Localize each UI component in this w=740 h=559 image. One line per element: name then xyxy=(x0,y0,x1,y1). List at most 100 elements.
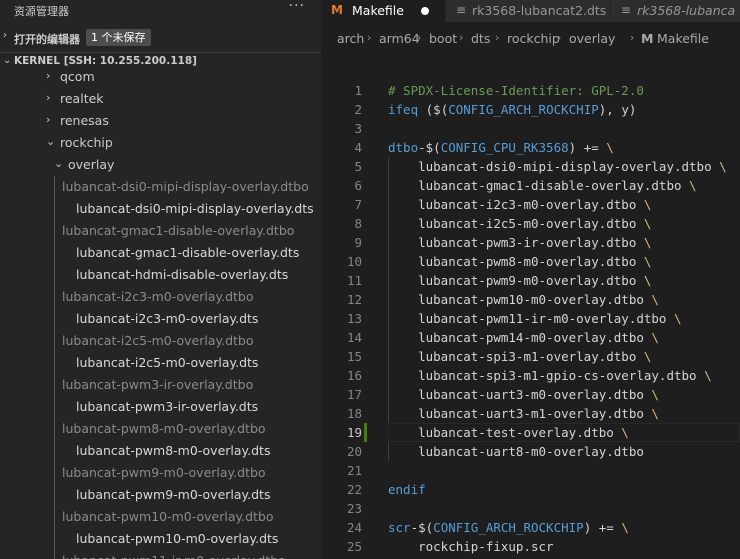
code-text[interactable]: lubancat-pwm10-m0-overlay.dtbo \ xyxy=(388,292,659,307)
line-number: 15 xyxy=(346,349,362,364)
code-text[interactable]: lubancat-uart8-m0-overlay.dtbo xyxy=(388,444,644,459)
tree-file[interactable]: lubancat-pwm9-m0-overlay.dtbo xyxy=(0,462,321,484)
breadcrumb-item[interactable]: rockchip xyxy=(507,31,560,46)
breadcrumb-item[interactable]: boot xyxy=(429,31,457,46)
tree-file[interactable]: lubancat-pwm9-m0-overlay.dts xyxy=(0,484,321,506)
line-number: 8 xyxy=(354,216,362,231)
code-text[interactable]: lubancat-dsi0-mipi-display-overlay.dtbo … xyxy=(388,159,727,174)
code-text[interactable]: lubancat-pwm11-ir-m0-overlay.dtbo \ xyxy=(388,311,681,326)
tab-rk3568-lubancat2[interactable]: ≡ rk3568-lubancat2.dts xyxy=(446,0,611,22)
tree-file[interactable]: lubancat-gmac1-disable-overlay.dtbo xyxy=(0,220,321,242)
code-text[interactable]: lubancat-gmac1-disable-overlay.dtbo \ xyxy=(388,178,696,193)
tree-file[interactable]: lubancat-dsi0-mipi-display-overlay.dts xyxy=(0,198,321,220)
tab-rk3568-lubancat[interactable]: ≡ rk3568-lubanca xyxy=(611,0,740,22)
tree-file[interactable]: lubancat-i2c5-m0-overlay.dtbo xyxy=(0,330,321,352)
unsaved-dot-icon[interactable] xyxy=(421,7,429,15)
code-text[interactable]: lubancat-test-overlay.dtbo \ xyxy=(388,425,629,440)
tree-item-label: qcom xyxy=(60,69,95,84)
line-number: 3 xyxy=(354,121,362,136)
tree-file[interactable]: lubancat-pwm3-ir-overlay.dtbo xyxy=(0,374,321,396)
code-line: 21 xyxy=(321,461,740,480)
code-line: 25 rockchip-fixup.scr xyxy=(321,537,740,556)
code-text[interactable]: lubancat-i2c3-m0-overlay.dtbo \ xyxy=(388,197,651,212)
tree-folder[interactable]: › realtek xyxy=(0,88,321,110)
chevron-down-icon: ⌄ xyxy=(46,135,56,148)
line-number: 21 xyxy=(346,463,362,478)
code-text[interactable]: lubancat-i2c5-m0-overlay.dtbo \ xyxy=(388,216,651,231)
line-number: 5 xyxy=(354,159,362,174)
breadcrumb-item[interactable]: dts xyxy=(471,31,490,46)
line-number: 14 xyxy=(346,330,362,345)
tree-file[interactable]: lubancat-dsi0-mipi-display-overlay.dtbo xyxy=(0,176,321,198)
code-line: 12 lubancat-pwm10-m0-overlay.dtbo \ xyxy=(321,290,740,309)
line-number: 9 xyxy=(354,235,362,250)
code-text[interactable]: scr-$(CONFIG_ARCH_ROCKCHIP) += \ xyxy=(388,520,629,535)
code-text[interactable]: lubancat-pwm3-ir-overlay.dtbo \ xyxy=(388,235,651,250)
tree-file[interactable]: lubancat-pwm10-m0-overlay.dtbo xyxy=(0,506,321,528)
code-text[interactable]: lubancat-uart3-m1-overlay.dtbo \ xyxy=(388,406,659,421)
more-actions-icon[interactable]: ··· xyxy=(289,0,305,14)
tree-file[interactable]: lubancat-hdmi-disable-overlay.dts xyxy=(0,264,321,286)
tree-item-label: lubancat-pwm10-m0-overlay.dts xyxy=(76,531,279,546)
chevron-down-icon: ⌄ xyxy=(54,157,64,170)
tree-item-label: lubancat-i2c3-m0-overlay.dtbo xyxy=(62,289,254,304)
tree-file[interactable]: lubancat-i2c5-m0-overlay.dts xyxy=(0,352,321,374)
breadcrumb-item[interactable]: Makefile xyxy=(657,31,709,46)
tree-file[interactable]: lubancat-pwm8-m0-overlay.dtbo xyxy=(0,418,321,440)
line-number: 12 xyxy=(346,292,362,307)
tab-makefile[interactable]: M Makefile xyxy=(321,0,446,22)
code-line: 11 lubancat-pwm9-m0-overlay.dtbo \ xyxy=(321,271,740,290)
tree-item-label: lubancat-pwm10-m0-overlay.dtbo xyxy=(62,509,274,524)
code-text[interactable]: lubancat-pwm8-m0-overlay.dtbo \ xyxy=(388,254,651,269)
tree-item-label: lubancat-pwm9-m0-overlay.dtbo xyxy=(62,465,266,480)
code-text[interactable]: lubancat-pwm9-m0-overlay.dtbo \ xyxy=(388,273,651,288)
tree-folder[interactable]: ⌄ rockchip xyxy=(0,132,321,154)
tree-file[interactable]: lubancat-gmac1-disable-overlay.dts xyxy=(0,242,321,264)
tree-file[interactable]: lubancat-pwm10-m0-overlay.dts xyxy=(0,528,321,550)
tree-item-label: lubancat-gmac1-disable-overlay.dts xyxy=(76,245,300,260)
tab-label: rk3568-lubanca xyxy=(637,3,736,18)
code-text[interactable]: # SPDX-License-Identifier: GPL-2.0 xyxy=(388,83,644,98)
tree-item-label: lubancat-i2c5-m0-overlay.dts xyxy=(76,355,259,370)
code-line: 20 lubancat-uart8-m0-overlay.dtbo xyxy=(321,442,740,461)
code-text[interactable]: rockchip-fixup.scr xyxy=(388,539,553,554)
tree-folder[interactable]: › qcom xyxy=(0,66,321,88)
tree-file[interactable]: lubancat-pwm3-ir-overlay.dts xyxy=(0,396,321,418)
code-line: 18 lubancat-uart3-m1-overlay.dtbo \ xyxy=(321,404,740,423)
code-line: 6 lubancat-gmac1-disable-overlay.dtbo \ xyxy=(321,176,740,195)
tree-file[interactable]: lubancat-pwm8-m0-overlay.dts xyxy=(0,440,321,462)
tree-item-label: lubancat-pwm3-ir-overlay.dts xyxy=(76,399,259,414)
tree-item-label: lubancat-dsi0-mipi-display-overlay.dts xyxy=(76,201,314,216)
breadcrumb-item[interactable]: arch xyxy=(337,31,364,46)
code-text[interactable]: endif xyxy=(388,482,426,497)
line-number: 1 xyxy=(354,83,362,98)
code-line: 24 scr-$(CONFIG_ARCH_ROCKCHIP) += \ xyxy=(321,518,740,537)
code-text[interactable]: lubancat-uart3-m0-overlay.dtbo \ xyxy=(388,387,659,402)
chevron-right-icon: › xyxy=(557,31,562,44)
code-text[interactable]: lubancat-spi3-m1-gpio-cs-overlay.dtbo \ xyxy=(388,368,712,383)
line-number: 17 xyxy=(346,387,362,402)
line-number: 4 xyxy=(354,140,362,155)
tree-file[interactable]: lubancat-i2c3-m0-overlay.dtbo xyxy=(0,286,321,308)
open-editors-label: 打开的编辑器 xyxy=(14,33,80,46)
tree-folder[interactable]: › renesas xyxy=(0,110,321,132)
line-number: 18 xyxy=(346,406,362,421)
code-text[interactable]: dtbo-$(CONFIG_CPU_RK3568) += \ xyxy=(388,140,614,155)
tree-file[interactable]: lubancat-i2c3-m0-overlay.dts xyxy=(0,308,321,330)
tree-item-label: lubancat-hdmi-disable-overlay.dts xyxy=(76,267,289,282)
open-editors-section[interactable]: › 打开的编辑器 1 个未保存 xyxy=(0,27,321,49)
breadcrumb-item[interactable]: overlay xyxy=(569,31,615,46)
code-text[interactable]: lubancat-spi3-m1-overlay.dtbo \ xyxy=(388,349,651,364)
tree-file[interactable]: lubancat-pwm11-ir-m0-overlay.dtbo xyxy=(0,550,321,559)
editor-area: M Makefile ≡ rk3568-lubancat2.dts ≡ rk35… xyxy=(321,0,740,559)
tree-item-label: lubancat-pwm11-ir-m0-overlay.dtbo xyxy=(62,553,286,559)
code-text[interactable]: ifeq ($(CONFIG_ARCH_ROCKCHIP), y) xyxy=(388,102,636,117)
code-text[interactable]: lubancat-pwm14-m0-overlay.dtbo \ xyxy=(388,330,659,345)
chevron-right-icon: › xyxy=(495,31,500,44)
breadcrumb-item[interactable]: arm64 xyxy=(379,31,420,46)
tree-folder[interactable]: ⌄ overlay xyxy=(0,154,321,176)
line-number: 10 xyxy=(346,254,362,269)
line-number: 20 xyxy=(346,444,362,459)
indent-guide xyxy=(54,176,55,559)
line-number: 11 xyxy=(346,273,362,288)
